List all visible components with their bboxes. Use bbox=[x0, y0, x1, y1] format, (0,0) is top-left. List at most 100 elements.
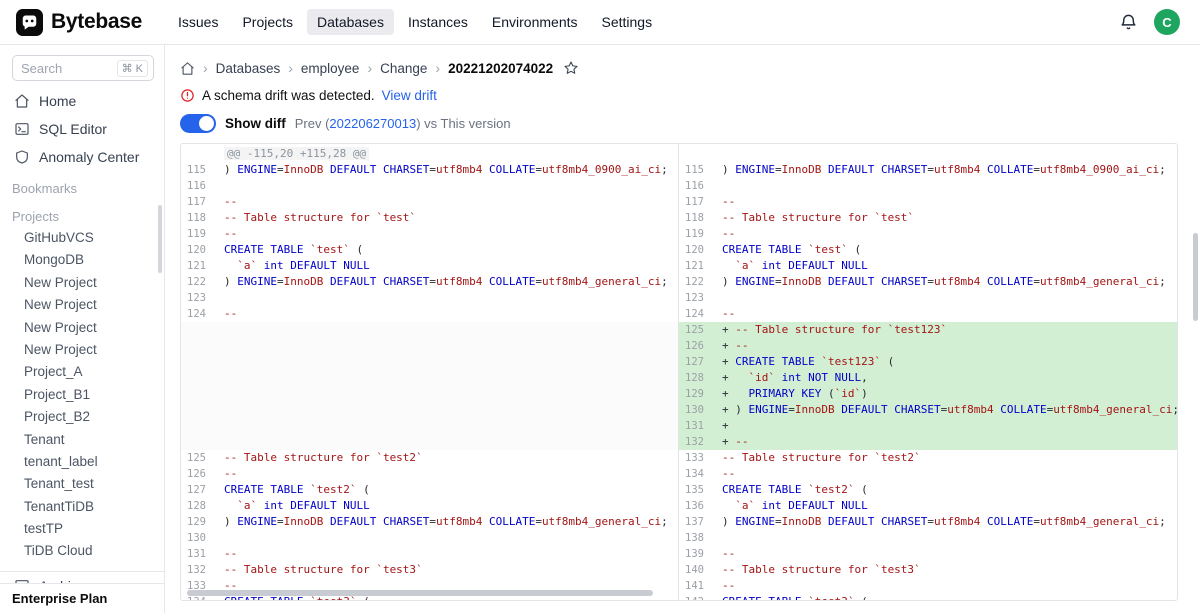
sidebar-item-anomaly-center[interactable]: Anomaly Center bbox=[0, 143, 164, 171]
sidebar-project-item[interactable]: MongoDB bbox=[0, 249, 164, 271]
diff-line: 134-- bbox=[679, 466, 1177, 482]
diff-line: 115) ENGINE=InnoDB DEFAULT CHARSET=utf8m… bbox=[181, 162, 678, 178]
nav-item-environments[interactable]: Environments bbox=[482, 9, 588, 35]
diff-line: 127CREATE TABLE `test2` ( bbox=[181, 482, 678, 498]
diff-line: 124-- bbox=[679, 306, 1177, 322]
diff-line: 126-- bbox=[181, 466, 678, 482]
diff-line: 136 `a` int DEFAULT NULL bbox=[679, 498, 1177, 514]
diff-line: 131+ bbox=[679, 418, 1177, 434]
diff-line bbox=[181, 434, 678, 450]
diff-line bbox=[679, 146, 1177, 162]
sidebar-project-item[interactable]: Project_B1 bbox=[0, 384, 164, 406]
diff-line: 129+ PRIMARY KEY (`id`) bbox=[679, 386, 1177, 402]
sidebar-project-item[interactable]: Project_A bbox=[0, 361, 164, 383]
breadcrumb-item-current: 20221202074022 bbox=[448, 61, 553, 76]
sidebar-project-item[interactable]: Project_B2 bbox=[0, 406, 164, 428]
diff-line: 135CREATE TABLE `test2` ( bbox=[679, 482, 1177, 498]
breadcrumb-item-databases[interactable]: Databases bbox=[216, 61, 281, 76]
breadcrumb-item-change[interactable]: Change bbox=[380, 61, 427, 76]
diff-line: 125-- Table structure for `test2` bbox=[181, 450, 678, 466]
nav-item-projects[interactable]: Projects bbox=[232, 9, 303, 35]
diff-line: 138 bbox=[679, 530, 1177, 546]
diff-line: 142CREATE TABLE `test3` ( bbox=[679, 594, 1177, 600]
navbar-right: C bbox=[1119, 9, 1180, 35]
breadcrumb-separator: › bbox=[435, 61, 440, 75]
nav-item-issues[interactable]: Issues bbox=[168, 9, 228, 35]
nav-item-instances[interactable]: Instances bbox=[398, 9, 478, 35]
nav-item-databases[interactable]: Databases bbox=[307, 9, 394, 35]
nav-item-settings[interactable]: Settings bbox=[592, 9, 663, 35]
diff-horizontal-scrollbar[interactable] bbox=[187, 590, 653, 596]
breadcrumb: › Databases › employee › Change › 202212… bbox=[180, 57, 1178, 79]
diff-line: 120CREATE TABLE `test` ( bbox=[181, 242, 678, 258]
bytebase-logo[interactable]: Bytebase bbox=[16, 9, 142, 36]
diff-line: 129) ENGINE=InnoDB DEFAULT CHARSET=utf8m… bbox=[181, 514, 678, 530]
sidebar-item-home[interactable]: Home bbox=[0, 87, 164, 115]
sidebar: Search ⌘ K Home SQL Editor Anomaly Cente… bbox=[0, 45, 165, 613]
sidebar-project-item[interactable]: TiDB Cloud bbox=[0, 540, 164, 562]
sidebar-project-item[interactable]: GitHubVCS bbox=[0, 227, 164, 249]
logo-text: Bytebase bbox=[51, 10, 142, 34]
diff-line: 116 bbox=[181, 178, 678, 194]
diff-line bbox=[181, 370, 678, 386]
diff-line bbox=[181, 322, 678, 338]
search-input[interactable]: Search ⌘ K bbox=[12, 55, 154, 81]
breadcrumb-item-employee[interactable]: employee bbox=[301, 61, 360, 76]
schema-drift-alert: A schema drift was detected. View drift bbox=[180, 85, 1178, 105]
main-nav: Issues Projects Databases Instances Envi… bbox=[168, 9, 662, 35]
diff-line bbox=[181, 402, 678, 418]
search-placeholder: Search bbox=[21, 61, 117, 76]
breadcrumb-separator: › bbox=[203, 61, 208, 75]
avatar[interactable]: C bbox=[1154, 9, 1180, 35]
diff-line: 117-- bbox=[679, 194, 1177, 210]
diff-line bbox=[181, 386, 678, 402]
sidebar-project-item[interactable]: tenant_label bbox=[0, 451, 164, 473]
plan-badge[interactable]: Enterprise Plan bbox=[0, 583, 164, 613]
sidebar-project-item[interactable]: New Project bbox=[0, 339, 164, 361]
prev-version-link[interactable]: 202206270013 bbox=[329, 116, 416, 131]
view-drift-link[interactable]: View drift bbox=[382, 88, 437, 103]
diff-line bbox=[181, 354, 678, 370]
diff-line: 116 bbox=[679, 178, 1177, 194]
diff-line: 130 bbox=[181, 530, 678, 546]
diff-line: 124-- bbox=[181, 306, 678, 322]
diff-view: @@ -115,20 +115,28 @@115) ENGINE=InnoDB … bbox=[180, 143, 1178, 601]
bytebase-logo-icon bbox=[16, 9, 43, 36]
drift-alert-icon bbox=[180, 88, 195, 103]
notifications-button[interactable] bbox=[1119, 13, 1138, 32]
diff-line: 119-- bbox=[679, 226, 1177, 242]
diff-line: 120CREATE TABLE `test` ( bbox=[679, 242, 1177, 258]
diff-line: 128+ `id` int NOT NULL, bbox=[679, 370, 1177, 386]
sidebar-item-sql-editor[interactable]: SQL Editor bbox=[0, 115, 164, 143]
diff-line: 139-- bbox=[679, 546, 1177, 562]
diff-line: 132-- Table structure for `test3` bbox=[181, 562, 678, 578]
diff-line: 115) ENGINE=InnoDB DEFAULT CHARSET=utf8m… bbox=[679, 162, 1177, 178]
diff-line: 117-- bbox=[181, 194, 678, 210]
diff-line bbox=[181, 418, 678, 434]
sidebar-project-item[interactable]: New Project bbox=[0, 272, 164, 294]
top-navbar: Bytebase Issues Projects Databases Insta… bbox=[0, 0, 1200, 45]
main-vertical-scrollbar[interactable] bbox=[1193, 233, 1198, 321]
home-icon bbox=[14, 93, 30, 109]
toggle-knob bbox=[199, 116, 214, 131]
breadcrumb-home-icon[interactable] bbox=[180, 61, 195, 76]
sidebar-scrollbar[interactable] bbox=[158, 205, 162, 273]
show-diff-toggle[interactable] bbox=[180, 114, 216, 133]
shield-icon bbox=[14, 149, 30, 165]
sidebar-project-item[interactable]: testTP bbox=[0, 518, 164, 540]
diff-line: 130+ ) ENGINE=InnoDB DEFAULT CHARSET=utf… bbox=[679, 402, 1177, 418]
diff-line: 118-- Table structure for `test` bbox=[679, 210, 1177, 226]
sidebar-project-item[interactable]: New Project bbox=[0, 294, 164, 316]
diff-line: 137) ENGINE=InnoDB DEFAULT CHARSET=utf8m… bbox=[679, 514, 1177, 530]
diff-pane-right: 115) ENGINE=InnoDB DEFAULT CHARSET=utf8m… bbox=[679, 144, 1177, 600]
sidebar-project-item[interactable]: TenantTiDB bbox=[0, 496, 164, 518]
sidebar-project-item[interactable]: Tenant_test bbox=[0, 473, 164, 495]
diff-line bbox=[181, 338, 678, 354]
bookmark-star-button[interactable] bbox=[563, 60, 579, 76]
compare-prefix: Prev ( bbox=[295, 116, 330, 131]
compare-versions-text: Prev (202206270013) vs This version bbox=[295, 116, 511, 131]
terminal-icon bbox=[14, 121, 30, 137]
sidebar-project-item[interactable]: Tenant bbox=[0, 429, 164, 451]
diff-line: 118-- Table structure for `test` bbox=[181, 210, 678, 226]
sidebar-project-item[interactable]: New Project bbox=[0, 317, 164, 339]
